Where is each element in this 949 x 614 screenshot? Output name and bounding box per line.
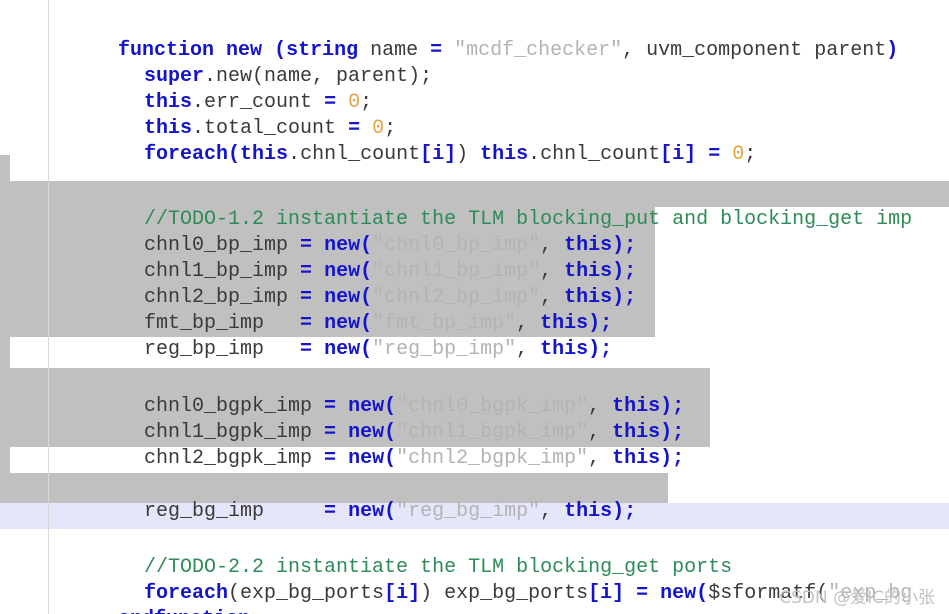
code-line: chnl2_bgpk_imp = new("chnl2_bgpk_imp", t… [0,420,949,470]
identifier-lhs: reg_bp_imp [144,338,301,361]
code-line: this.err_count = 0; [0,64,949,114]
code-line: chnl2_bp_imp = new("chnl2_bp_imp", this)… [0,259,949,309]
semicolon: ; [744,143,757,166]
paren-close-semicolon: ); [588,338,613,361]
keyword-new: new [336,500,385,523]
keyword-foreach: foreach [144,143,229,166]
csdn-watermark: CSDN @爱IC的小张 [779,588,935,608]
operator-equals: = [324,500,337,523]
code-line: //TODO-2.2 instantiate the TLM blocking_… [0,529,949,579]
index-bracket: [i] [420,143,457,166]
keyword-this: this [564,500,613,523]
index-bracket: [i] [660,143,697,166]
code-line: this.total_count = 0; [0,90,949,140]
code-line: super.new(name, parent); [0,38,949,88]
paren-close-semicolon: ); [660,447,685,470]
operator-equals: = [708,143,721,166]
keyword-this: this [540,338,589,361]
string-literal: "reg_bp_imp" [372,338,517,361]
operator-equals: = [324,447,337,470]
keyword-this: this [480,143,529,166]
code-line: reg_bp_imp = new("reg_bp_imp", this); [0,311,949,361]
paren-open: ( [384,447,397,470]
paren-open: ( [360,338,373,361]
string-literal: "reg_bg_imp" [396,500,541,523]
keyword-this: this [612,447,661,470]
comma: , [516,338,541,361]
code-line: //TODO-1.2 instantiate the TLM blocking_… [0,181,949,231]
code-line: chnl0_bp_imp = new("chnl0_bp_imp", this)… [0,207,949,257]
code-line: foreach(exp_bg_ports[i]) exp_bg_ports[i]… [0,555,949,605]
paren-open: ( [384,500,397,523]
keyword-this: this [240,143,289,166]
string-literal: "chnl2_bgpk_imp" [396,447,589,470]
code-line: foreach(this.chnl_count[i]) this.chnl_co… [0,116,949,166]
code-line: chnl1_bgpk_imp = new("chnl1_bgpk_imp", t… [0,394,949,444]
member-chnl-count: .chnl_count [528,143,661,166]
operator-equals: = [300,338,313,361]
identifier-lhs: reg_bg_imp [144,500,325,523]
code-text-layer[interactable]: function new (string name = "mcdf_checke… [0,0,949,614]
code-editor-viewport[interactable]: function new (string name = "mcdf_checke… [0,0,949,614]
keyword-endfunction: endfunction [118,608,250,614]
paren-open: ( [228,143,241,166]
number-literal: 0 [720,143,745,166]
paren-close: ) [456,143,481,166]
code-line: function new (string name = "mcdf_checke… [0,12,949,62]
comma: , [588,447,613,470]
comma: , [540,500,565,523]
identifier-lhs: chnl2_bgpk_imp [144,447,325,470]
keyword-new: new [312,338,361,361]
keyword-new: new [336,447,385,470]
member-chnl-count: .chnl_count [288,143,421,166]
code-line: reg_bg_imp = new("reg_bg_imp", this); [0,473,949,523]
paren-close-semicolon: ); [612,500,637,523]
code-line: chnl1_bp_imp = new("chnl1_bp_imp", this)… [0,233,949,283]
code-line: chnl0_bgpk_imp = new("chnl0_bgpk_imp", t… [0,368,949,418]
code-line: fmt_bp_imp = new("fmt_bp_imp", this); [0,285,949,335]
